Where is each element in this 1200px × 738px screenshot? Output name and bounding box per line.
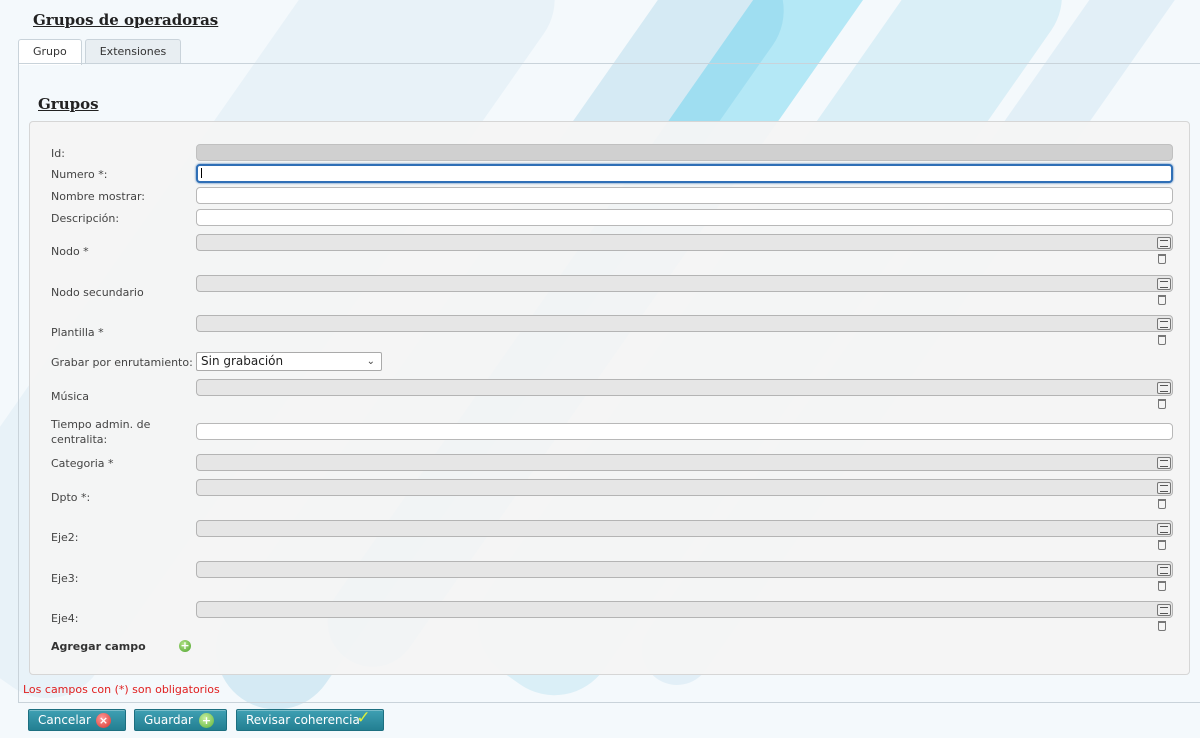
cancel-button[interactable]: Cancelar × bbox=[28, 709, 126, 731]
cancel-icon: × bbox=[96, 713, 111, 728]
categoria-field[interactable] bbox=[196, 454, 1173, 471]
nombre-mostrar-input[interactable] bbox=[196, 187, 1173, 204]
plantilla-list-icon[interactable] bbox=[1157, 318, 1171, 330]
eje3-field[interactable] bbox=[196, 561, 1173, 578]
nodo-secundario-label: Nodo secundario bbox=[51, 286, 144, 299]
tab-extensiones[interactable]: Extensiones bbox=[84, 39, 182, 63]
grabar-select-value: Sin grabación bbox=[201, 354, 284, 368]
tiempo-admin-input[interactable] bbox=[196, 423, 1173, 440]
tab-bar: Grupo Extensiones bbox=[18, 39, 182, 65]
nodo-field[interactable] bbox=[196, 234, 1173, 251]
eje3-trash-icon[interactable] bbox=[1158, 581, 1166, 591]
eje3-label: Eje3: bbox=[51, 572, 79, 585]
required-note: Los campos con (*) son obligatorios bbox=[23, 683, 220, 696]
grabar-select[interactable]: Sin grabación ⌄ bbox=[196, 352, 382, 371]
plantilla-label: Plantilla * bbox=[51, 326, 104, 339]
page-title: Grupos de operadoras bbox=[33, 11, 219, 29]
save-icon: + bbox=[199, 713, 214, 728]
add-field-icon[interactable]: + bbox=[179, 640, 191, 652]
numero-input[interactable] bbox=[196, 164, 1173, 183]
nombre-mostrar-label: Nombre mostrar: bbox=[51, 190, 145, 203]
check-coherence-button-label: Revisar coherencia bbox=[246, 713, 360, 727]
save-button[interactable]: Guardar + bbox=[134, 709, 227, 731]
form-container bbox=[29, 121, 1190, 675]
descripcion-label: Descripción: bbox=[51, 212, 120, 225]
descripcion-input[interactable] bbox=[196, 209, 1173, 226]
categoria-list-icon[interactable] bbox=[1157, 457, 1171, 469]
nodo-secundario-list-icon[interactable] bbox=[1157, 278, 1171, 290]
musica-label: Música bbox=[51, 390, 90, 403]
save-button-label: Guardar bbox=[144, 713, 193, 727]
musica-list-icon[interactable] bbox=[1157, 382, 1171, 394]
id-label: Id: bbox=[51, 147, 65, 160]
numero-label: Numero *: bbox=[51, 168, 108, 181]
eje4-list-icon[interactable] bbox=[1157, 604, 1171, 616]
musica-field[interactable] bbox=[196, 379, 1173, 396]
chevron-down-icon: ⌄ bbox=[366, 356, 375, 367]
musica-trash-icon[interactable] bbox=[1158, 399, 1166, 409]
nodo-secundario-field[interactable] bbox=[196, 275, 1173, 292]
check-coherence-button[interactable]: Revisar coherencia ✓ bbox=[236, 709, 384, 731]
eje4-label: Eje4: bbox=[51, 612, 79, 625]
id-field bbox=[196, 144, 1173, 161]
eje2-list-icon[interactable] bbox=[1157, 523, 1171, 535]
section-title: Grupos bbox=[38, 95, 99, 113]
categoria-label: Categoria * bbox=[51, 457, 114, 470]
plantilla-field[interactable] bbox=[196, 315, 1173, 332]
grabar-label: Grabar por enrutamiento: bbox=[51, 356, 193, 369]
eje2-field[interactable] bbox=[196, 520, 1173, 537]
cancel-button-label: Cancelar bbox=[38, 713, 91, 727]
nodo-list-icon[interactable] bbox=[1157, 237, 1171, 249]
eje2-trash-icon[interactable] bbox=[1158, 540, 1166, 550]
nodo-secundario-trash-icon[interactable] bbox=[1158, 295, 1166, 305]
plantilla-trash-icon[interactable] bbox=[1158, 335, 1166, 345]
nodo-label: Nodo * bbox=[51, 245, 89, 258]
dpto-list-icon[interactable] bbox=[1157, 482, 1171, 494]
eje4-trash-icon[interactable] bbox=[1158, 621, 1166, 631]
add-field-label: Agregar campo bbox=[51, 640, 146, 653]
tiempo-admin-label: Tiempo admin. de centralita: bbox=[51, 418, 151, 446]
dpto-trash-icon[interactable] bbox=[1158, 499, 1166, 509]
check-icon: ✓ bbox=[356, 708, 371, 728]
eje2-label: Eje2: bbox=[51, 531, 79, 544]
eje4-field[interactable] bbox=[196, 601, 1173, 618]
tab-grupo[interactable]: Grupo bbox=[18, 39, 82, 65]
dpto-field[interactable] bbox=[196, 479, 1173, 496]
dpto-label: Dpto *: bbox=[51, 491, 91, 504]
text-caret bbox=[201, 168, 202, 178]
eje3-list-icon[interactable] bbox=[1157, 564, 1171, 576]
nodo-trash-icon[interactable] bbox=[1158, 254, 1166, 264]
